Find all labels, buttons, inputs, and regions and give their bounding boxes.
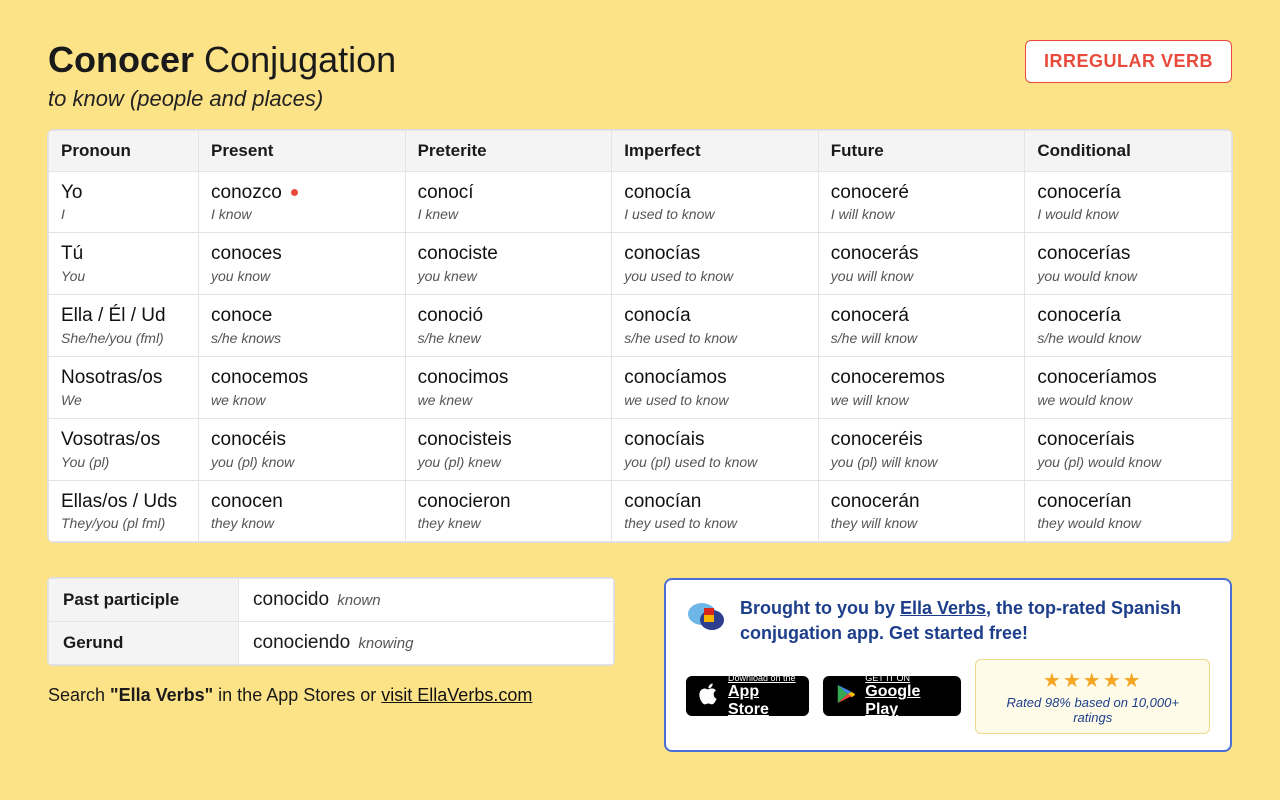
promo-app-icon [686,596,726,636]
conjugation-cell: conocenthey know [199,480,406,542]
column-header: Present [199,130,406,171]
table-row: Vosotras/osYou (pl)conocéisyou (pl) know… [49,418,1232,480]
conjugation-cell: conoceríaI would know [1025,171,1232,233]
participle-value: conocido known [239,579,614,622]
google-play-badge[interactable]: GET IT ONGoogle Play [823,676,961,716]
irregular-badge: IRREGULAR VERB [1025,40,1232,83]
rating-box: ★★★★★ Rated 98% based on 10,000+ ratings [975,659,1210,734]
app-store-badge[interactable]: Download on theApp Store [686,676,809,716]
participle-label: Gerund [49,622,239,665]
pronoun-cell: Nosotras/osWe [49,356,199,418]
conjugation-cell: conocíanthey used to know [612,480,819,542]
table-row: YoIconozco I knowconocíI knewconocíaI us… [49,171,1232,233]
participles-block: Past participleconocido knownGerundconoc… [48,578,614,706]
table-row: Ella / Él / UdShe/he/you (fml)conoces/he… [49,295,1232,357]
conjugation-cell: conoces/he knows [199,295,406,357]
conjugation-cell: conocerásyou will know [818,233,1025,295]
pronoun-cell: Ella / Él / UdShe/he/you (fml) [49,295,199,357]
conjugation-cell: conocíI knew [405,171,612,233]
conjugation-cell: conocisteyou knew [405,233,612,295]
header: Conocer Conjugation to know (people and … [48,40,1232,112]
conjugation-cell: conoceríamoswe would know [1025,356,1232,418]
conjugation-cell: conoceréisyou (pl) will know [818,418,1025,480]
google-play-icon [835,683,857,710]
conjugation-cell: conocíasyou used to know [612,233,819,295]
visit-link[interactable]: visit EllaVerbs.com [381,685,532,705]
promo-link[interactable]: Ella Verbs [900,598,986,618]
conjugation-cell: conocerás/he will know [818,295,1025,357]
pronoun-cell: Vosotras/osYou (pl) [49,418,199,480]
promo-text: Brought to you by Ella Verbs, the top-ra… [740,596,1210,645]
promo-box: Brought to you by Ella Verbs, the top-ra… [664,578,1232,752]
conjugation-cell: conocíaI used to know [612,171,819,233]
column-header: Preterite [405,130,612,171]
conjugation-cell: conocemoswe know [199,356,406,418]
participle-label: Past participle [49,579,239,622]
table-row: TúYouconocesyou knowconocisteyou knewcon… [49,233,1232,295]
title-block: Conocer Conjugation to know (people and … [48,40,396,112]
page-title: Conocer Conjugation [48,40,396,80]
conjugation-table: PronounPresentPreteriteImperfectFutureCo… [48,130,1232,543]
table-row: Ellas/os / UdsThey/you (pl fml)conocenth… [49,480,1232,542]
star-icons: ★★★★★ [992,668,1193,693]
conjugation-cell: conoceremoswe will know [818,356,1025,418]
bottom-section: Past participleconocido knownGerundconoc… [48,578,1232,752]
pronoun-cell: TúYou [49,233,199,295]
conjugation-cell: conocías/he used to know [612,295,819,357]
irregular-dot-icon [291,189,298,196]
conjugation-cell: conozco I know [199,171,406,233]
column-header: Future [818,130,1025,171]
pronoun-cell: Ellas/os / UdsThey/you (pl fml) [49,480,199,542]
conjugation-cell: conoceríanthey would know [1025,480,1232,542]
conjugation-cell: conocieronthey knew [405,480,612,542]
participles-table: Past participleconocido knownGerundconoc… [48,578,614,665]
conjugation-cell: conocimoswe knew [405,356,612,418]
conjugation-cell: conocíaisyou (pl) used to know [612,418,819,480]
conjugation-cell: conocéisyou (pl) know [199,418,406,480]
conjugation-cell: conoceríasyou would know [1025,233,1232,295]
column-header: Conditional [1025,130,1232,171]
conjugation-cell: conocíamoswe used to know [612,356,819,418]
conjugation-cell: conocesyou know [199,233,406,295]
participle-row: Past participleconocido known [49,579,614,622]
subtitle: to know (people and places) [48,86,396,112]
conjugation-cell: conocerías/he would know [1025,295,1232,357]
conjugation-cell: conoceréI will know [818,171,1025,233]
conjugation-cell: conoceríaisyou (pl) would know [1025,418,1232,480]
conjugation-cell: conocisteisyou (pl) knew [405,418,612,480]
table-row: Nosotras/osWeconocemoswe knowconocimoswe… [49,356,1232,418]
apple-icon [698,683,720,710]
conjugation-cell: conoceránthey will know [818,480,1025,542]
participle-value: conociendo knowing [239,622,614,665]
rating-text: Rated 98% based on 10,000+ ratings [992,695,1193,725]
search-line: Search "Ella Verbs" in the App Stores or… [48,685,614,706]
participle-row: Gerundconociendo knowing [49,622,614,665]
conjugation-cell: conociós/he knew [405,295,612,357]
column-header: Imperfect [612,130,819,171]
column-header: Pronoun [49,130,199,171]
pronoun-cell: YoI [49,171,199,233]
